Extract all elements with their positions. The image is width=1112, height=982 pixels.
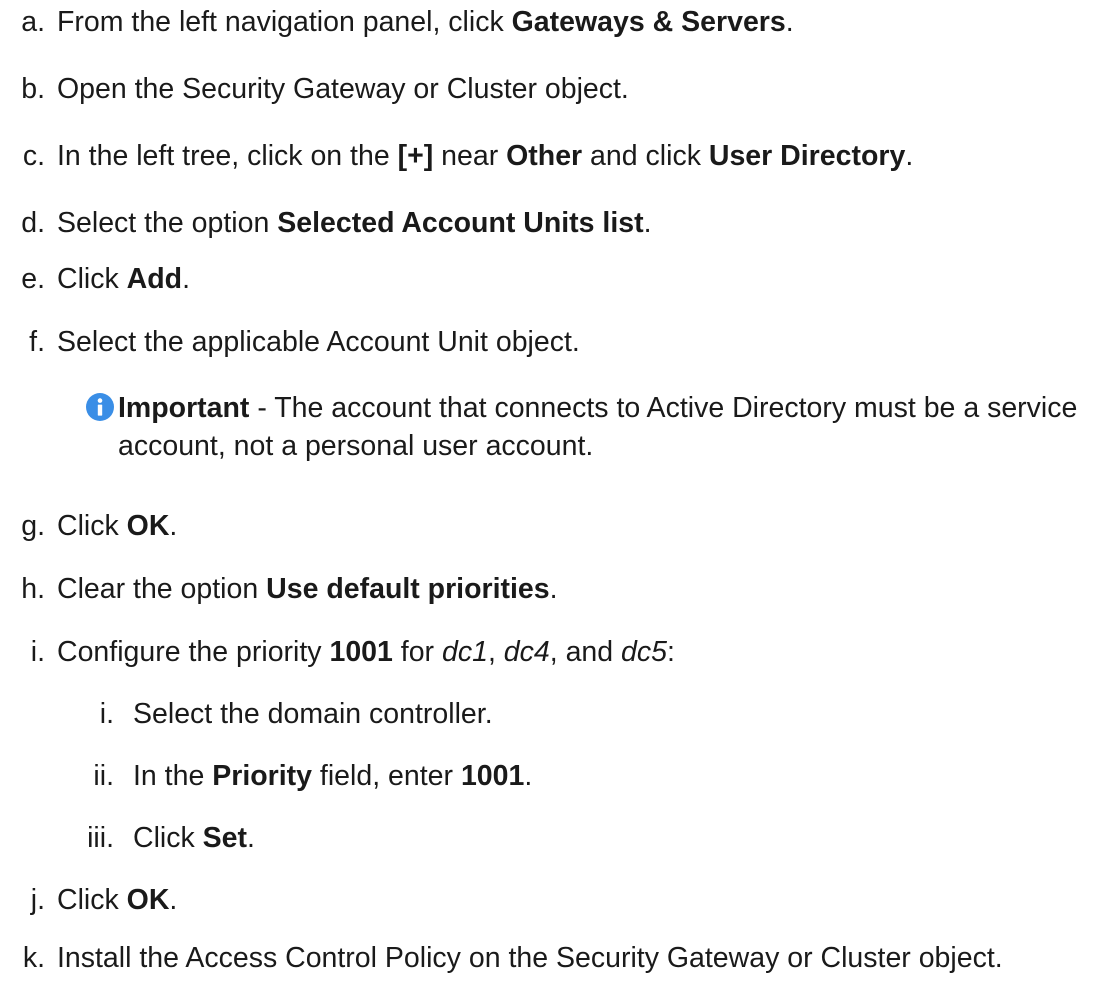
ui-term: Use default priorities (266, 573, 550, 605)
substep-text: In the Priority field, enter 1001. (133, 760, 533, 792)
ui-term: OK (126, 510, 170, 542)
ui-term: User Directory (708, 140, 906, 172)
step-text: Clear the option Use default priorities. (57, 573, 558, 605)
step-text: Click OK. (57, 884, 178, 916)
substep-marker: i. (99, 698, 114, 730)
step-marker: c. (22, 140, 45, 172)
domain-controller-name: dc5 (621, 636, 667, 668)
substep-text: Select the domain controller. (133, 698, 493, 730)
note-label: Important (118, 392, 250, 424)
step-marker: k. (22, 942, 45, 974)
step-marker: g. (21, 510, 45, 542)
step-text: Install the Access Control Policy on the… (57, 942, 1003, 974)
ui-term: [+] (397, 140, 434, 172)
ui-term: 1001 (460, 760, 525, 792)
step-marker: h. (21, 573, 45, 605)
step-text: From the left navigation panel, click Ga… (57, 6, 794, 38)
step-text: Select the applicable Account Unit objec… (57, 326, 580, 358)
step-text: Click OK. (57, 510, 178, 542)
step-text: Click Add. (57, 263, 190, 295)
info-icon (86, 393, 114, 421)
step-text: In the left tree, click on the [+] near … (57, 140, 914, 172)
instruction-document: a. From the left navigation panel, click… (0, 0, 1112, 982)
note-body: - The account that connects to Active Di… (118, 392, 1078, 462)
step-marker: a. (21, 6, 45, 38)
step-marker: f. (29, 326, 45, 358)
ui-term: Gateways & Servers (511, 6, 786, 38)
step-marker: i. (30, 636, 45, 668)
step-marker: e. (21, 263, 45, 295)
domain-controller-name: dc4 (503, 636, 550, 668)
step-text: Select the option Selected Account Units… (57, 207, 652, 239)
ui-term: Priority (212, 760, 313, 792)
ui-term: Set (202, 822, 248, 854)
ui-term: Other (506, 140, 583, 172)
ui-term: 1001 (329, 636, 393, 668)
step-marker: j. (30, 884, 45, 916)
substep-text: Click Set. (133, 822, 255, 854)
step-marker: b. (21, 73, 45, 105)
substep-marker: ii. (93, 760, 114, 792)
ui-term: Selected Account Units list (277, 207, 644, 239)
step-text: Open the Security Gateway or Cluster obj… (57, 73, 629, 105)
domain-controller-name: dc1 (441, 636, 488, 668)
substep-marker: iii. (87, 822, 114, 854)
note-text: Important - The account that connects to… (118, 389, 1108, 465)
ui-term: OK (126, 884, 170, 916)
step-marker: d. (21, 207, 45, 239)
ui-term: Add (126, 263, 183, 295)
step-text: Configure the priority 1001 for dc1, dc4… (57, 636, 675, 668)
